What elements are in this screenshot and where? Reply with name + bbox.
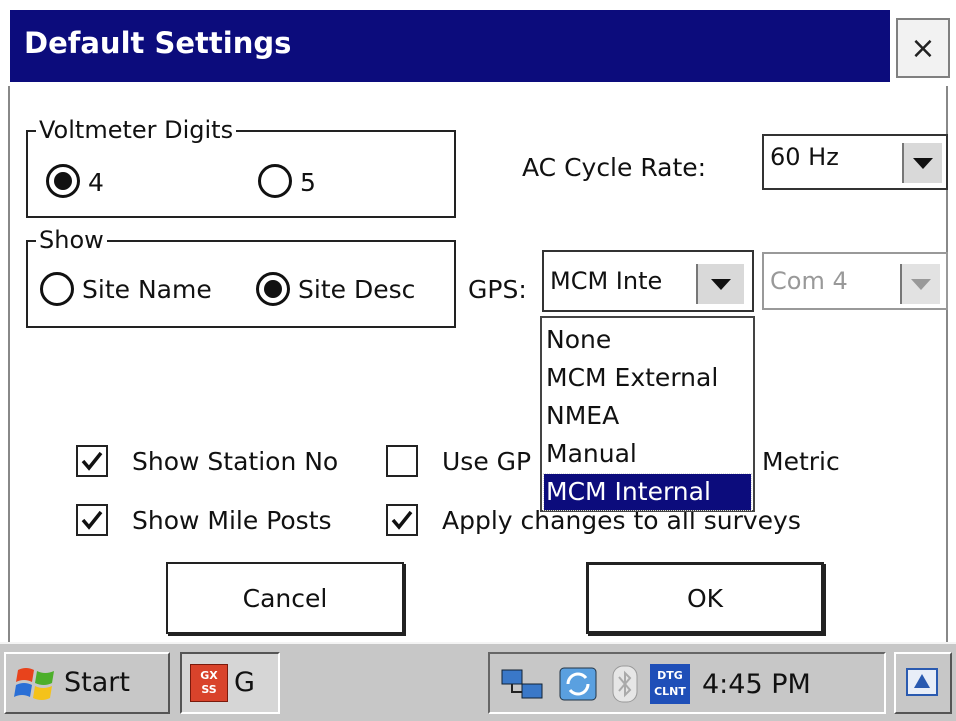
gps-option-none[interactable]: None (544, 322, 751, 358)
radio-site-desc[interactable] (256, 272, 290, 306)
sync-icon[interactable] (556, 664, 600, 704)
radio-site-name[interactable] (40, 272, 74, 306)
dropdown-arrow-icon (913, 157, 933, 169)
taskbar-app-label: G (234, 667, 255, 698)
cancel-button-label: Cancel (242, 583, 328, 613)
start-label: Start (64, 667, 130, 698)
window-left-border (0, 86, 10, 642)
ac-cycle-rate-select[interactable]: 60 Hz (762, 134, 948, 190)
cancel-button[interactable]: Cancel (166, 562, 404, 634)
windows-flag-icon (14, 668, 54, 700)
show-desktop-button[interactable] (894, 652, 952, 714)
close-icon: × (910, 30, 936, 66)
gxss-app-icon: GX SS (190, 664, 228, 702)
gps-value: MCM Inte (550, 267, 663, 295)
checkbox-use-gps[interactable] (386, 445, 418, 477)
ok-button[interactable]: OK (586, 562, 824, 634)
checkbox-show-station-no[interactable] (76, 445, 108, 477)
show-legend: Show (36, 228, 107, 252)
checkmark-icon (81, 451, 103, 471)
dropdown-arrow-icon (911, 278, 931, 290)
radio-voltmeter-5[interactable] (258, 164, 292, 198)
radio-site-desc-label: Site Desc (298, 275, 416, 304)
checkbox-show-station-no-label: Show Station No (132, 447, 339, 476)
start-button[interactable]: Start (4, 652, 170, 714)
dtg-client-icon[interactable]: DTG CLNT (650, 664, 690, 704)
window-title: Default Settings (24, 26, 292, 60)
gps-port-select: Com 4 (762, 252, 948, 310)
gps-option-mcm-external[interactable]: MCM External (544, 360, 751, 396)
checkbox-metric-label: Metric (762, 447, 840, 476)
ac-cycle-rate-label: AC Cycle Rate: (522, 153, 707, 182)
close-button[interactable]: × (896, 18, 950, 78)
clock: 4:45 PM (702, 669, 811, 700)
checkbox-show-mile-posts-label: Show Mile Posts (132, 506, 332, 535)
checkbox-apply-all-surveys[interactable] (386, 504, 418, 536)
gps-port-dropdown-button (900, 264, 940, 304)
checkmark-icon (391, 510, 413, 530)
ac-cycle-rate-dropdown-button[interactable] (902, 143, 942, 183)
gps-option-manual[interactable]: Manual (544, 436, 751, 472)
gps-port-value: Com 4 (770, 267, 848, 295)
ok-button-label: OK (686, 583, 724, 613)
taskbar-app-button[interactable]: GX SS G (180, 652, 280, 714)
checkbox-show-mile-posts[interactable] (76, 504, 108, 536)
gps-dropdown-button[interactable] (696, 264, 744, 304)
checkmark-icon (81, 510, 103, 530)
radio-site-name-label: Site Name (82, 275, 212, 304)
network-icon[interactable] (500, 664, 546, 704)
gps-option-nmea[interactable]: NMEA (544, 398, 751, 434)
checkbox-use-gps-label: Use GP (442, 447, 532, 476)
ac-cycle-rate-value: 60 Hz (770, 143, 839, 171)
gps-select[interactable]: MCM Inte (542, 250, 754, 312)
radio-voltmeter-5-label: 5 (300, 168, 316, 197)
dropdown-arrow-icon (711, 278, 731, 290)
radio-voltmeter-4-label: 4 (88, 168, 104, 197)
radio-voltmeter-4[interactable] (46, 164, 80, 198)
voltmeter-digits-legend: Voltmeter Digits (36, 118, 237, 142)
gps-dropdown-list: None MCM External NMEA Manual MCM Intern… (540, 316, 755, 512)
bluetooth-icon[interactable] (610, 664, 640, 704)
gps-label: GPS: (468, 275, 527, 304)
gps-option-mcm-internal[interactable]: MCM Internal (543, 473, 752, 511)
desktop-icon (906, 668, 938, 696)
